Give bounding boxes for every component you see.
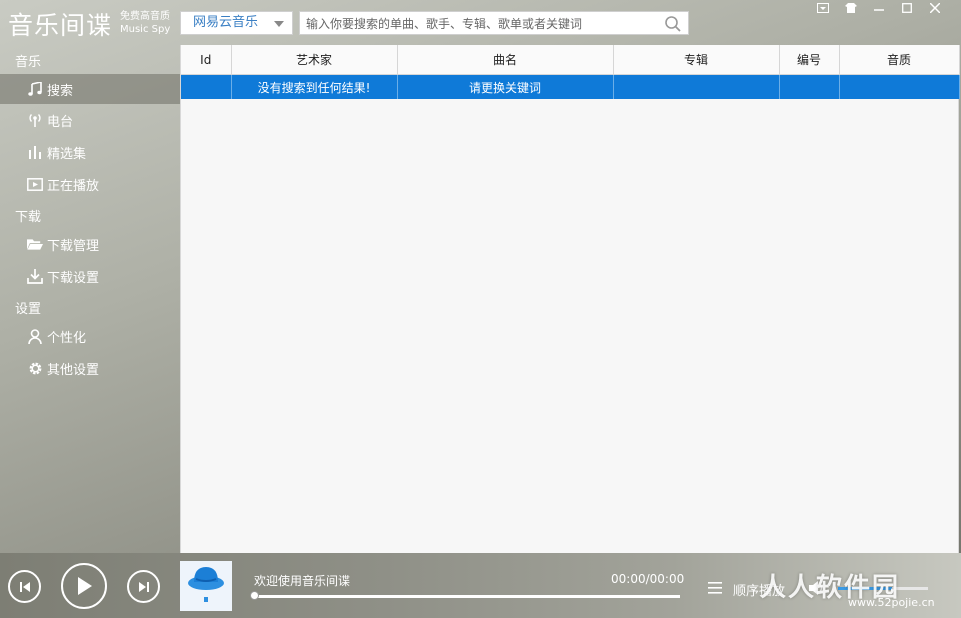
- sidebar-item-label: 搜索: [47, 83, 74, 99]
- dropdown-menu-button[interactable]: [809, 0, 837, 16]
- close-button[interactable]: [921, 0, 949, 16]
- bars-icon: [27, 144, 43, 160]
- sidebar-item-label: 下载设置: [47, 270, 100, 286]
- results-table: Id 艺术家 曲名 专辑 编号 音质 没有搜索到任何结果! 请更换关键词: [181, 45, 960, 99]
- sidebar-item-download-settings[interactable]: 下载设置: [0, 261, 180, 291]
- sidebar-item-radio[interactable]: 电台: [0, 105, 180, 135]
- table-cell: 请更换关键词: [397, 74, 614, 99]
- playlist-icon[interactable]: [707, 581, 723, 595]
- sidebar-item-label: 其他设置: [47, 362, 100, 378]
- search-input[interactable]: [304, 13, 658, 35]
- maximize-icon: [902, 3, 912, 13]
- app-window: 音乐间谍 免费高音质 Music Spy 网易云音乐 输入你要搜索的单曲、歌手、…: [0, 0, 961, 618]
- play-icon: [78, 577, 92, 595]
- app-logo-subtitle: 免费高音质 Music Spy: [120, 10, 170, 36]
- radio-icon: [27, 112, 43, 128]
- table-cell: [839, 74, 960, 99]
- next-icon: [138, 581, 149, 592]
- column-header-number[interactable]: 编号: [779, 45, 840, 75]
- folder-icon: [27, 236, 43, 252]
- app-subtitle-line2: Music Spy: [120, 24, 171, 35]
- minimize-button[interactable]: [865, 0, 893, 16]
- maximize-button[interactable]: [893, 0, 921, 16]
- window-controls: [809, 0, 949, 16]
- source-select-value: 网易云音乐: [193, 15, 259, 30]
- sidebar-item-label: 正在播放: [47, 178, 100, 194]
- watermark-url: www.52pojie.cn: [848, 596, 935, 609]
- app-subtitle-line1: 免费高音质: [120, 11, 170, 22]
- progress-bar[interactable]: [250, 591, 680, 600]
- sidebar-section-settings: 设置: [15, 302, 42, 317]
- table-cell: [181, 74, 232, 99]
- column-header-album[interactable]: 专辑: [613, 45, 780, 75]
- chevron-down-icon: [274, 21, 284, 27]
- table-cell: 没有搜索到任何结果!: [231, 74, 398, 99]
- previous-button[interactable]: [8, 570, 41, 603]
- sidebar-item-label: 个性化: [47, 330, 87, 346]
- sidebar-item-label: 电台: [47, 114, 74, 130]
- search-icon[interactable]: [664, 15, 682, 33]
- progress-knob[interactable]: [250, 591, 259, 600]
- table-header-row: Id 艺术家 曲名 专辑 编号 音质: [181, 45, 960, 75]
- sidebar-item-label: 下载管理: [47, 238, 100, 254]
- skin-button[interactable]: [837, 0, 865, 16]
- now-playing-text: 欢迎使用音乐间谍: [254, 574, 351, 588]
- download-icon: [27, 268, 43, 284]
- minimize-icon: [874, 9, 884, 11]
- column-header-quality[interactable]: 音质: [839, 45, 960, 75]
- play-screen-icon: [27, 176, 43, 192]
- player-bar: 欢迎使用音乐间谍 00:00/00:00 顺序播放 人人软件园 www.52po…: [0, 553, 961, 618]
- previous-icon: [19, 581, 30, 592]
- gear-icon: [27, 360, 43, 376]
- column-header-song[interactable]: 曲名: [397, 45, 614, 75]
- column-header-id[interactable]: Id: [181, 45, 232, 75]
- sidebar: 音乐 搜索 电台 精选集 正在播放 下载 下载管理 下载设置 设置 个性化 其他…: [0, 45, 180, 553]
- music-note-icon: [27, 81, 43, 97]
- source-select[interactable]: 网易云音乐: [180, 11, 293, 35]
- column-header-artist[interactable]: 艺术家: [231, 45, 398, 75]
- dropdown-icon: [817, 3, 829, 13]
- results-panel: Id 艺术家 曲名 专辑 编号 音质 没有搜索到任何结果! 请更换关键词: [180, 45, 960, 553]
- sidebar-item-label: 精选集: [47, 146, 87, 162]
- sidebar-item-other-settings[interactable]: 其他设置: [0, 353, 180, 383]
- close-icon: [930, 3, 940, 13]
- sidebar-item-personalize[interactable]: 个性化: [0, 321, 180, 351]
- sidebar-item-now-playing[interactable]: 正在播放: [0, 169, 180, 199]
- table-cell: [613, 74, 780, 99]
- time-display: 00:00/00:00: [611, 572, 685, 586]
- play-button[interactable]: [61, 563, 107, 609]
- app-logo-title: 音乐间谍: [8, 11, 113, 40]
- sidebar-item-featured[interactable]: 精选集: [0, 137, 180, 167]
- skin-icon: [845, 3, 857, 13]
- sidebar-section-music: 音乐: [15, 55, 42, 70]
- album-hat-icon: [188, 567, 224, 602]
- table-cell: [779, 74, 840, 99]
- sidebar-section-download: 下载: [15, 210, 42, 225]
- user-icon: [27, 328, 43, 344]
- album-cover[interactable]: [180, 561, 232, 611]
- sidebar-item-download-manager[interactable]: 下载管理: [0, 229, 180, 259]
- search-box: [299, 11, 689, 35]
- next-button[interactable]: [127, 570, 160, 603]
- sidebar-item-search[interactable]: 搜索: [0, 74, 180, 104]
- table-row[interactable]: 没有搜索到任何结果! 请更换关键词: [181, 74, 960, 99]
